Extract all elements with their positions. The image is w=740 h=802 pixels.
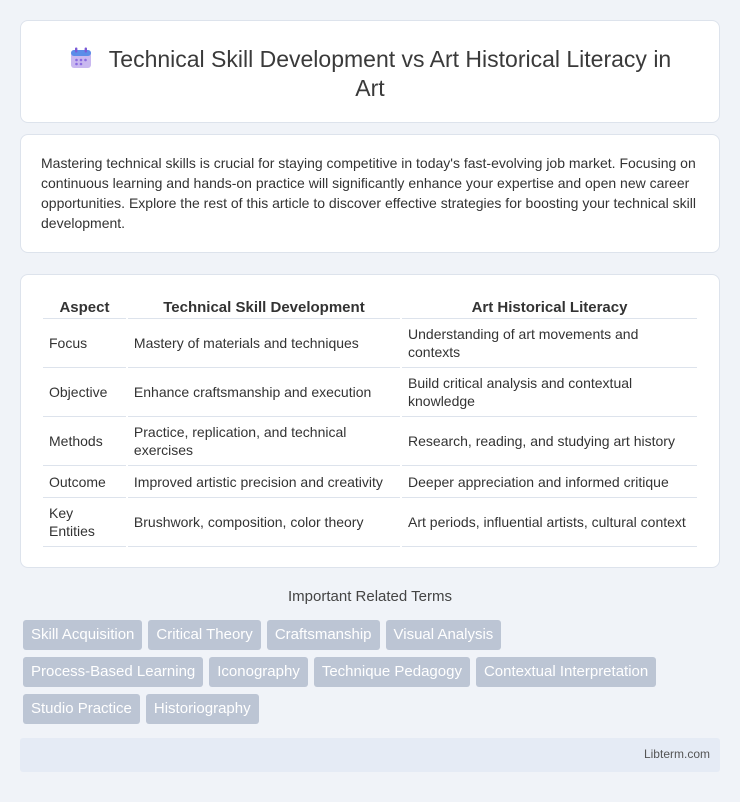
cell-technical: Mastery of materials and techniques <box>127 319 401 368</box>
cell-technical: Enhance craftsmanship and execution <box>127 368 401 417</box>
comparison-card: Aspect Technical Skill Development Art H… <box>20 274 720 568</box>
page-title: Technical Skill Development vs Art Histo… <box>21 45 719 103</box>
comparison-table: Aspect Technical Skill Development Art H… <box>41 295 699 547</box>
cell-historical: Understanding of art movements and conte… <box>402 319 697 368</box>
table-row: Methods Practice, replication, and techn… <box>43 417 697 466</box>
tag-craftsmanship[interactable]: Craftsmanship <box>266 620 380 650</box>
header-technical: Technical Skill Development <box>127 295 401 319</box>
tag-row: Process-Based Learning Iconography Techn… <box>23 657 723 687</box>
cell-aspect: Focus <box>43 319 126 368</box>
title-card: Technical Skill Development vs Art Histo… <box>20 20 720 123</box>
tag-studio-practice[interactable]: Studio Practice <box>23 694 140 724</box>
intro-paragraph: Mastering technical skills is crucial fo… <box>41 155 696 231</box>
cell-technical: Practice, replication, and technical exe… <box>127 417 401 466</box>
tag-visual-analysis[interactable]: Visual Analysis <box>385 620 502 650</box>
title-line-1: Technical Skill Development vs Art Histo… <box>108 46 672 72</box>
header-aspect: Aspect <box>43 295 126 319</box>
tag-process-based-learning[interactable]: Process-Based Learning <box>23 657 204 687</box>
tag-skill-acquisition[interactable]: Skill Acquisition <box>23 620 143 650</box>
cell-historical: Build critical analysis and contextual k… <box>402 368 697 417</box>
tag-contextual-interpretation[interactable]: Contextual Interpretation <box>475 657 657 687</box>
related-terms: Skill Acquisition Critical Theory Crafts… <box>23 620 723 731</box>
footer: Libterm.com <box>20 738 720 772</box>
tag-iconography[interactable]: Iconography <box>209 657 308 687</box>
cell-aspect: Outcome <box>43 466 126 498</box>
table-row: Focus Mastery of materials and technique… <box>43 319 697 368</box>
intro-card: Mastering technical skills is crucial fo… <box>20 134 720 253</box>
cell-aspect: Objective <box>43 368 126 417</box>
tag-row: Studio Practice Historiography <box>23 694 723 724</box>
cell-aspect: Key Entities <box>43 498 126 547</box>
cell-historical: Deeper appreciation and informed critiqu… <box>402 466 697 498</box>
cell-historical: Research, reading, and studying art hist… <box>402 417 697 466</box>
tag-critical-theory[interactable]: Critical Theory <box>148 620 261 650</box>
footer-site-link[interactable]: Libterm.com <box>644 747 710 761</box>
table-header-row: Aspect Technical Skill Development Art H… <box>43 295 697 319</box>
tag-historiography[interactable]: Historiography <box>145 694 259 724</box>
cell-aspect: Methods <box>43 417 126 466</box>
tag-row: Skill Acquisition Critical Theory Crafts… <box>23 620 723 650</box>
table-row: Key Entities Brushwork, composition, col… <box>43 498 697 547</box>
table-row: Objective Enhance craftsmanship and exec… <box>43 368 697 417</box>
cell-technical: Brushwork, composition, color theory <box>127 498 401 547</box>
header-historical: Art Historical Literacy <box>402 295 697 319</box>
cell-technical: Improved artistic precision and creativi… <box>127 466 401 498</box>
table-row: Outcome Improved artistic precision and … <box>43 466 697 498</box>
tag-technique-pedagogy[interactable]: Technique Pedagogy <box>313 657 470 687</box>
related-terms-title: Important Related Terms <box>288 588 452 605</box>
title-line-2: Art <box>355 75 385 101</box>
cell-historical: Art periods, influential artists, cultur… <box>402 498 697 547</box>
calendar-icon <box>70 47 91 68</box>
